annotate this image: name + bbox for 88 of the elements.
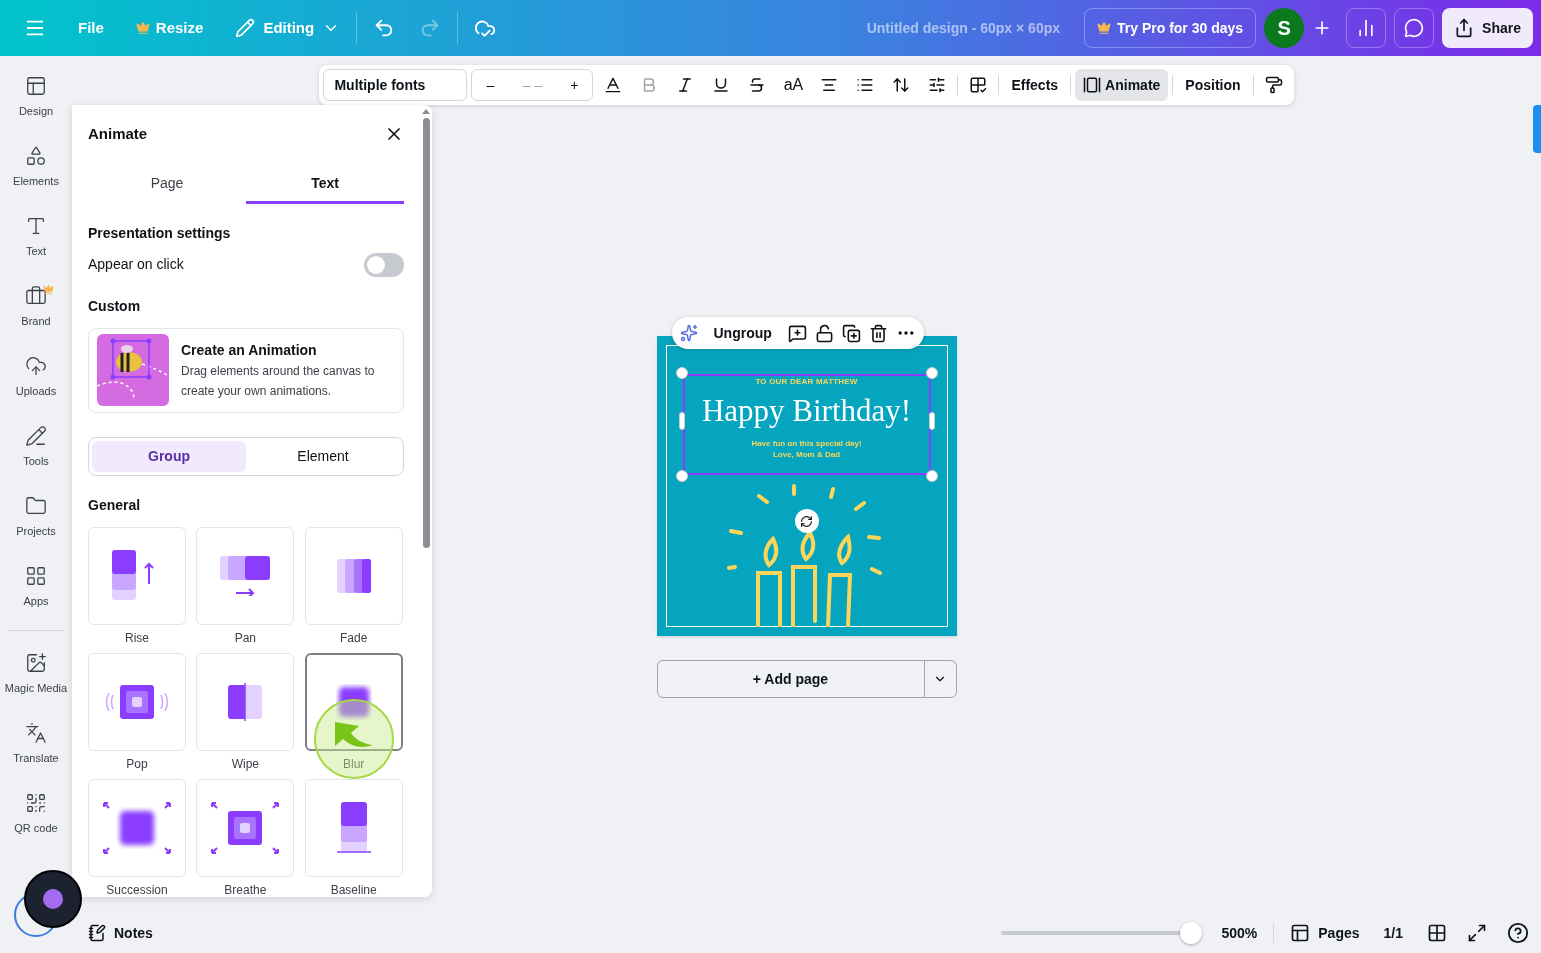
pages-button[interactable]: Pages bbox=[1290, 922, 1360, 944]
resize-handle[interactable] bbox=[928, 412, 935, 430]
rail-item[interactable]: Translate bbox=[0, 709, 72, 779]
record-button[interactable] bbox=[24, 870, 82, 928]
panel-title: Animate bbox=[88, 124, 148, 144]
rail-item[interactable]: Magic Media bbox=[0, 639, 72, 709]
crown-icon bbox=[1097, 21, 1111, 35]
user-avatar[interactable]: S bbox=[1264, 8, 1305, 48]
tools-icon bbox=[25, 424, 47, 447]
crown-icon bbox=[135, 21, 150, 35]
share-button[interactable]: Share bbox=[1442, 8, 1533, 48]
appear-on-click-toggle[interactable] bbox=[364, 252, 404, 277]
animate-icon bbox=[1083, 76, 1102, 94]
panel-tab[interactable]: Text bbox=[246, 165, 404, 204]
notes-icon bbox=[88, 924, 106, 942]
increase-size-button[interactable]: + bbox=[564, 74, 585, 96]
pages-icon bbox=[1290, 923, 1311, 943]
share-icon bbox=[1454, 18, 1475, 38]
section-heading: Presentation settings bbox=[88, 223, 232, 243]
apps-icon bbox=[25, 564, 47, 587]
qr-code-icon bbox=[25, 791, 47, 814]
rail-item[interactable]: Elements bbox=[0, 132, 72, 202]
resize-handle[interactable] bbox=[678, 412, 685, 430]
zoom-slider[interactable] bbox=[1001, 922, 1202, 944]
trash-icon[interactable] bbox=[868, 323, 888, 343]
card-heading: Happy Birthday! bbox=[701, 392, 912, 430]
toolbar-button[interactable]: Effects bbox=[1003, 69, 1067, 101]
rail-item[interactable]: Tools bbox=[0, 412, 72, 482]
rotate-handle[interactable] bbox=[794, 509, 819, 533]
card-title: Create an Animation bbox=[181, 341, 318, 360]
comment-icon[interactable] bbox=[787, 323, 807, 343]
decrease-size-button[interactable]: – bbox=[480, 74, 501, 96]
rail-item[interactable]: Projects bbox=[0, 482, 72, 552]
create-animation-card[interactable]: Create an Animation Drag elements around the canvas to create your own animations. bbox=[88, 327, 404, 414]
letter-case-button[interactable]: aA bbox=[777, 69, 810, 101]
crown-icon bbox=[43, 284, 54, 295]
design-icon bbox=[25, 74, 47, 97]
rail-item[interactable]: Uploads bbox=[0, 342, 72, 412]
baseline-icon bbox=[336, 802, 371, 854]
section-heading: General bbox=[88, 496, 142, 515]
magic-edit-icon[interactable] bbox=[679, 324, 698, 342]
notes-button[interactable]: Notes bbox=[88, 922, 153, 944]
rail-item[interactable]: QR code bbox=[0, 779, 72, 849]
card-message: Have fun on this special day! bbox=[751, 437, 862, 449]
help-icon[interactable] bbox=[1507, 922, 1529, 944]
comment-button[interactable] bbox=[1394, 8, 1435, 48]
elements-icon bbox=[25, 144, 47, 167]
section-heading: Custom bbox=[88, 296, 142, 316]
pop-icon bbox=[103, 685, 171, 719]
zoom-reading: 500% bbox=[1221, 923, 1258, 943]
brand-icon bbox=[25, 284, 47, 307]
rail-item[interactable]: Text bbox=[0, 202, 72, 272]
zoom-slider-thumb[interactable] bbox=[1180, 922, 1203, 944]
resize-handle[interactable] bbox=[675, 470, 688, 482]
font-dropdown[interactable]: Multiple fonts bbox=[323, 69, 468, 101]
grid-view-icon[interactable] bbox=[1427, 923, 1447, 943]
page-count: 1/1 bbox=[1383, 923, 1403, 943]
add-page-button[interactable]: + Add page bbox=[657, 661, 924, 697]
fade-icon bbox=[336, 559, 371, 593]
pencil-icon bbox=[235, 18, 256, 38]
uploads-icon bbox=[25, 354, 47, 377]
rail-item[interactable]: Brand bbox=[0, 272, 72, 342]
card-description: Drag elements around the canvas to create your own animations. bbox=[181, 363, 376, 400]
magic-icon bbox=[25, 651, 47, 674]
card-subtitle: TO OUR DEAR MATTHEW bbox=[755, 376, 858, 388]
wipe-icon bbox=[228, 683, 263, 721]
scope-option[interactable]: Group bbox=[92, 441, 246, 472]
rail-item[interactable]: Design bbox=[0, 62, 72, 132]
resize-handle[interactable] bbox=[925, 367, 938, 379]
scope-option[interactable]: Element bbox=[246, 441, 400, 472]
translate-icon bbox=[25, 721, 47, 744]
projects-icon bbox=[25, 494, 47, 517]
toolbar-button[interactable]: Animate bbox=[1075, 69, 1169, 101]
toolbar-button[interactable]: Position bbox=[1177, 69, 1249, 101]
resize-handle[interactable] bbox=[675, 367, 688, 379]
fullscreen-icon[interactable] bbox=[1467, 923, 1487, 943]
pan-icon bbox=[220, 556, 271, 596]
rail-item[interactable]: Apps bbox=[0, 552, 72, 622]
insights-button[interactable] bbox=[1346, 8, 1387, 48]
comment-icon bbox=[1404, 18, 1425, 38]
card-signature: Love, Mom & Dad bbox=[772, 448, 841, 460]
panel-tab[interactable]: Page bbox=[88, 165, 246, 204]
lock-icon[interactable] bbox=[814, 323, 834, 343]
resize-handle[interactable] bbox=[925, 470, 938, 482]
click-highlight-icon bbox=[312, 698, 395, 780]
try-pro-button[interactable]: Try Pro for 30 days bbox=[1084, 8, 1257, 48]
duplicate-icon[interactable] bbox=[841, 323, 861, 343]
toggle-label: Appear on click bbox=[88, 255, 184, 274]
